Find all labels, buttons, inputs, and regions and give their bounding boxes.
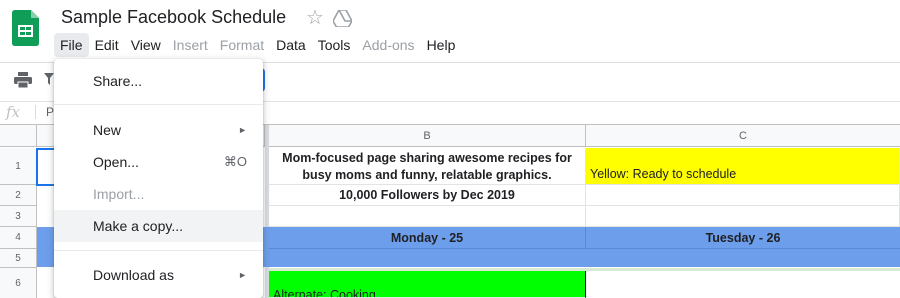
row-header-3[interactable]: 3 (0, 206, 37, 227)
menu-item-label: New (93, 122, 122, 138)
menu-item-download-as[interactable]: Download as ► (54, 259, 263, 291)
submenu-arrow-icon: ► (238, 270, 247, 280)
menu-bar: File Edit View Insert Format Data Tools … (54, 33, 461, 57)
menu-item-label: Import... (93, 186, 145, 202)
move-to-drive-icon[interactable] (333, 10, 352, 27)
cell-c2[interactable] (586, 185, 900, 206)
star-icon[interactable]: ☆ (306, 7, 324, 29)
menu-divider (54, 104, 263, 105)
menu-item-label: Download as (93, 267, 174, 283)
file-menu-dropdown: Share... New ► Open... ⌘O Import... Make… (54, 59, 263, 298)
cell-b4[interactable]: Monday - 25 (269, 227, 586, 249)
cell-b2[interactable]: 10,000 Followers by Dec 2019 (269, 185, 586, 206)
cell-c1[interactable]: Yellow: Ready to schedule (586, 148, 900, 185)
menu-item-label: Share... (93, 73, 143, 89)
formula-bar-separator (35, 105, 36, 119)
menu-divider (54, 250, 263, 251)
keyboard-shortcut: ⌘O (223, 154, 247, 169)
cell-c3[interactable] (586, 206, 900, 227)
row-header-6[interactable]: 6 (0, 268, 37, 298)
menu-add-ons[interactable]: Add-ons (356, 33, 420, 57)
menu-tools[interactable]: Tools (312, 33, 357, 57)
menu-format[interactable]: Format (214, 33, 270, 57)
cell-b1[interactable]: Mom-focused page sharing awesome recipes… (269, 148, 586, 185)
print-icon[interactable] (14, 72, 32, 88)
google-sheets-logo[interactable] (12, 10, 39, 46)
row-header-4[interactable]: 4 (0, 227, 37, 249)
menu-item-make-a-copy[interactable]: Make a copy... (54, 210, 263, 242)
menu-view[interactable]: View (125, 33, 167, 57)
menu-data[interactable]: Data (270, 33, 312, 57)
menu-edit[interactable]: Edit (89, 33, 125, 57)
filter-icon[interactable] (44, 73, 54, 85)
menu-insert[interactable]: Insert (167, 33, 214, 57)
menu-help[interactable]: Help (421, 33, 462, 57)
submenu-arrow-icon: ► (238, 125, 247, 135)
menu-item-open[interactable]: Open... ⌘O (54, 146, 263, 178)
column-header-c[interactable]: C (586, 125, 900, 147)
row-header-2[interactable]: 2 (0, 185, 37, 206)
menu-item-new[interactable]: New ► (54, 114, 263, 146)
document-title[interactable]: Sample Facebook Schedule (61, 7, 286, 28)
row-header-1[interactable]: 1 (0, 148, 37, 185)
select-all-corner[interactable] (0, 125, 37, 147)
menu-item-label: Make a copy... (93, 218, 184, 234)
menu-item-label: Open... (93, 154, 139, 170)
fx-icon: fx (6, 103, 21, 121)
column-header-b[interactable]: B (269, 125, 586, 147)
cell-b6[interactable]: Alternate: Cooking (269, 271, 586, 298)
formula-input[interactable]: P (46, 105, 54, 119)
menu-file[interactable]: File (54, 33, 89, 57)
row-header-5[interactable]: 5 (0, 249, 37, 268)
cell-b3[interactable] (269, 206, 586, 227)
menu-item-share[interactable]: Share... (54, 65, 263, 97)
menu-item-import[interactable]: Import... (54, 178, 263, 210)
cell-c4[interactable]: Tuesday - 26 (586, 227, 900, 249)
